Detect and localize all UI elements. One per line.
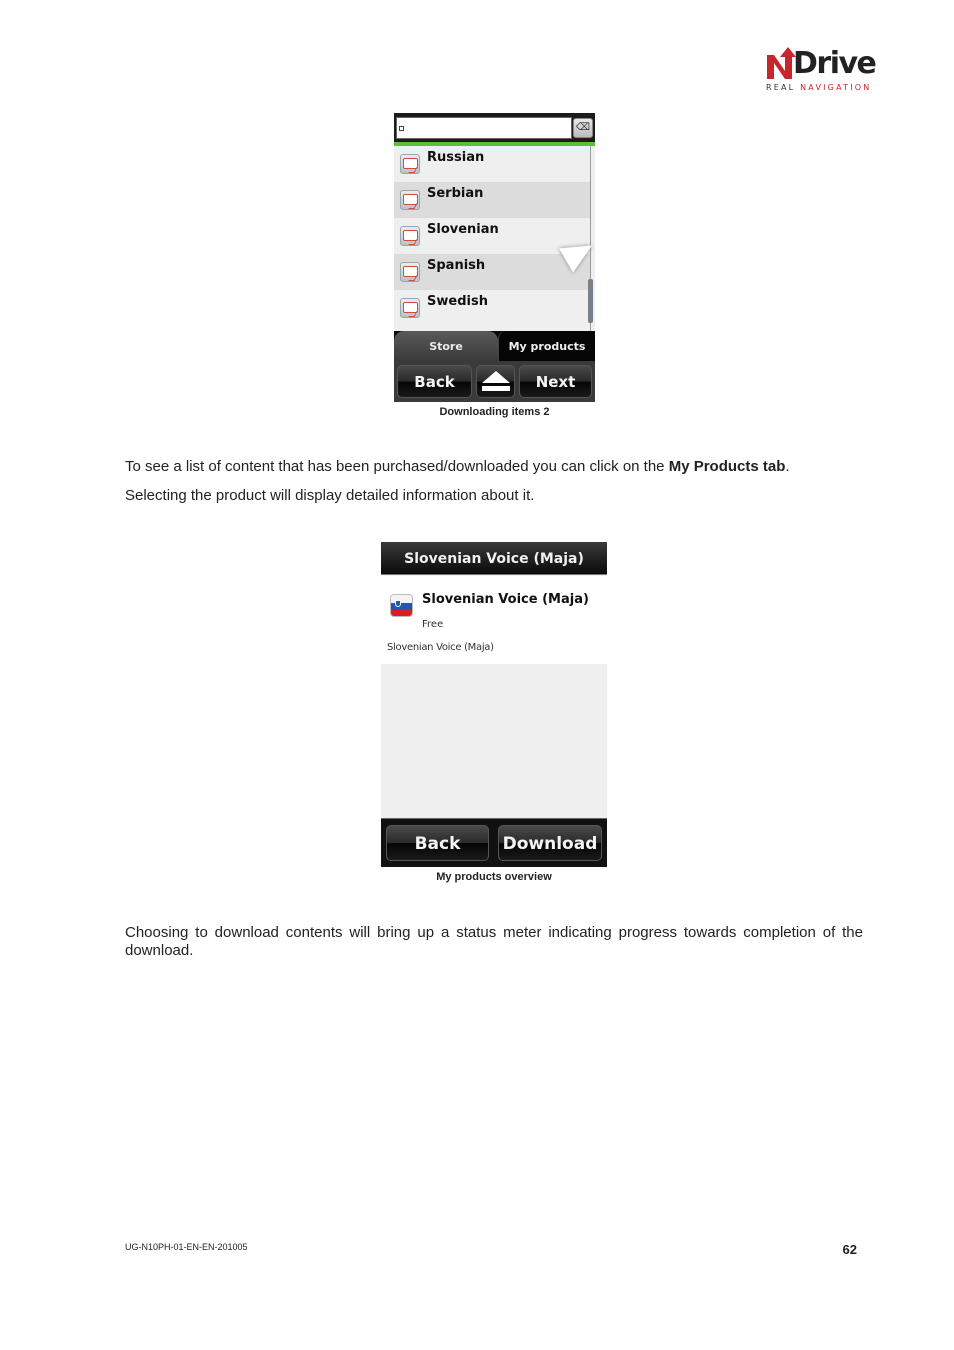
eject-icon (482, 371, 510, 383)
slovenia-flag-icon (390, 594, 413, 617)
voice-speech-icon (400, 298, 420, 318)
tab-bar: Store My products (394, 331, 595, 361)
page-number: 62 (842, 1242, 857, 1257)
eject-icon-bar (482, 386, 510, 391)
next-button[interactable]: Next (519, 365, 592, 398)
back-button[interactable]: Back (397, 365, 472, 398)
figure-caption-2: My products overview (436, 871, 552, 883)
text-cursor (399, 126, 404, 131)
paragraph-my-products: To see a list of content that has been p… (125, 458, 863, 505)
search-input[interactable] (396, 117, 572, 139)
scrollbar-thumb[interactable] (588, 279, 593, 323)
product-header: Slovenian Voice (Maja) Free Slovenian Vo… (381, 576, 607, 664)
back-button[interactable]: Back (386, 825, 489, 861)
paragraph-line-2: Selecting the product will display detai… (125, 487, 535, 504)
bottom-toolbar: Back Next (394, 361, 595, 402)
product-price: Free (422, 619, 444, 630)
figure-caption-1: Downloading items 2 (439, 406, 550, 418)
list-item[interactable]: Spanish (394, 254, 591, 290)
backspace-button[interactable]: ⌫ (573, 118, 593, 138)
paragraph-line-1: To see a list of content that has been p… (125, 458, 790, 475)
voice-speech-icon (400, 154, 420, 174)
tab-store[interactable]: Store (394, 331, 498, 361)
paragraph-download: Choosing to download contents will bring… (125, 924, 863, 959)
voice-speech-icon (400, 262, 420, 282)
eject-button[interactable] (476, 365, 515, 398)
logo-tagline: REAL NAVIGATION (766, 83, 872, 92)
document-code: UG-N10PH-01-EN-EN-201005 (125, 1242, 248, 1252)
search-bar: ⌫ (394, 113, 595, 143)
logo-wordmark: Drive (793, 46, 877, 81)
my-products-tab-emphasis: My Products tab (668, 458, 786, 475)
screen-title: Slovenian Voice (Maja) (381, 542, 607, 575)
details-area (381, 664, 607, 818)
product-description: Slovenian Voice (Maja) (387, 642, 494, 653)
language-list-screenshot: ⌫ Russian Serbian Slovenian Spanish Swed… (394, 113, 595, 402)
bottom-toolbar: Back Download (381, 818, 607, 867)
product-name: Slovenian Voice (Maja) (422, 592, 589, 607)
language-list: Russian Serbian Slovenian Spanish Swedis… (394, 146, 595, 332)
list-item[interactable]: Swedish (394, 290, 591, 326)
voice-speech-icon (400, 190, 420, 210)
product-overview-screenshot: Slovenian Voice (Maja) Slovenian Voice (… (381, 542, 607, 867)
tab-my-products[interactable]: My products (498, 331, 595, 361)
ndrive-logo: Drive REAL NAVIGATION (765, 45, 877, 95)
download-button[interactable]: Download (498, 825, 602, 861)
backspace-icon: ⌫ (575, 122, 591, 133)
voice-speech-icon (400, 226, 420, 246)
list-item[interactable]: Serbian (394, 182, 591, 218)
list-item[interactable]: Russian (394, 146, 591, 182)
